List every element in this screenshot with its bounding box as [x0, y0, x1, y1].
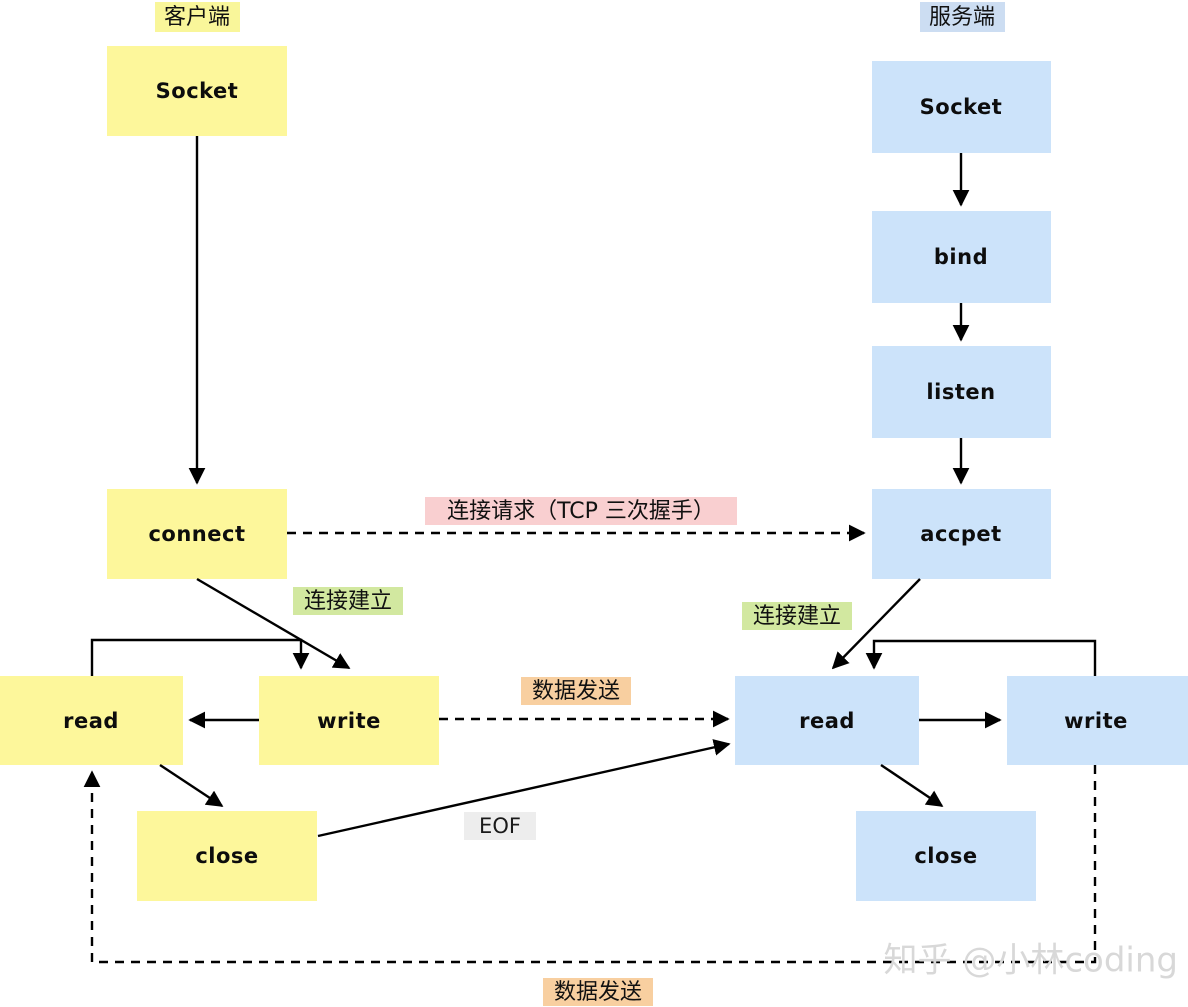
- established-server-tag: 连接建立: [742, 602, 852, 630]
- client-column: 客户端 Socket connect read write close: [0, 2, 439, 901]
- server-bind-node[interactable]: bind: [872, 211, 1051, 303]
- server-accpet-node[interactable]: accpet: [872, 489, 1051, 579]
- server-close-node[interactable]: close: [856, 811, 1036, 901]
- edge-client-read-loop-to-write: [90, 638, 310, 676]
- handshake-tag: 连接请求（TCP 三次握手）: [425, 497, 737, 525]
- eof-tag-label: EOF: [479, 814, 521, 838]
- server-read-label: read: [799, 709, 855, 733]
- client-tag-label: 客户端: [164, 5, 230, 30]
- watermark: 知乎 @小林coding: [884, 941, 1178, 981]
- server-tag-label: 服务端: [929, 5, 995, 30]
- data-send-top-tag: 数据发送: [521, 677, 631, 705]
- client-write-node[interactable]: write: [259, 676, 439, 765]
- established-client-tag: 连接建立: [293, 587, 403, 615]
- server-read-node[interactable]: read: [735, 676, 919, 765]
- client-read-label: read: [63, 709, 119, 733]
- established-server-tag-label: 连接建立: [753, 604, 841, 629]
- client-write-label: write: [317, 709, 381, 733]
- established-client-tag-label: 连接建立: [304, 589, 392, 614]
- client-read-node[interactable]: read: [0, 676, 183, 765]
- handshake-tag-label: 连接请求（TCP 三次握手）: [447, 499, 715, 524]
- server-write-label: write: [1064, 709, 1128, 733]
- server-bind-label: bind: [934, 245, 988, 269]
- data-send-bottom-tag-label: 数据发送: [554, 980, 642, 1005]
- edge-client-read-to-close: [159, 763, 224, 808]
- data-send-bottom-tag: 数据发送: [543, 978, 653, 1006]
- data-send-top-tag-label: 数据发送: [532, 679, 620, 704]
- server-write-node[interactable]: write: [1007, 676, 1188, 765]
- socket-flow-diagram: 客户端 Socket connect read write close 服务端 …: [0, 2, 1188, 1006]
- edge-server-write-loop-to-read: [865, 639, 1097, 676]
- eof-tag: EOF: [464, 812, 536, 840]
- client-connect-node[interactable]: connect: [107, 489, 287, 579]
- client-socket-node[interactable]: Socket: [107, 46, 287, 136]
- server-socket-node[interactable]: Socket: [872, 61, 1051, 153]
- client-connect-label: connect: [148, 522, 245, 546]
- client-socket-label: Socket: [156, 79, 239, 103]
- server-column: 服务端 Socket bind listen accpet read write…: [735, 2, 1188, 901]
- server-close-label: close: [914, 844, 977, 868]
- client-tag: 客户端: [155, 2, 240, 32]
- server-listen-label: listen: [926, 380, 995, 404]
- server-tag: 服务端: [920, 2, 1005, 32]
- client-close-node[interactable]: close: [137, 811, 317, 901]
- server-socket-label: Socket: [920, 95, 1003, 119]
- client-close-label: close: [195, 844, 258, 868]
- edge-server-read-to-close: [880, 764, 944, 807]
- server-accpet-label: accpet: [920, 522, 1001, 546]
- server-listen-node[interactable]: listen: [872, 346, 1051, 438]
